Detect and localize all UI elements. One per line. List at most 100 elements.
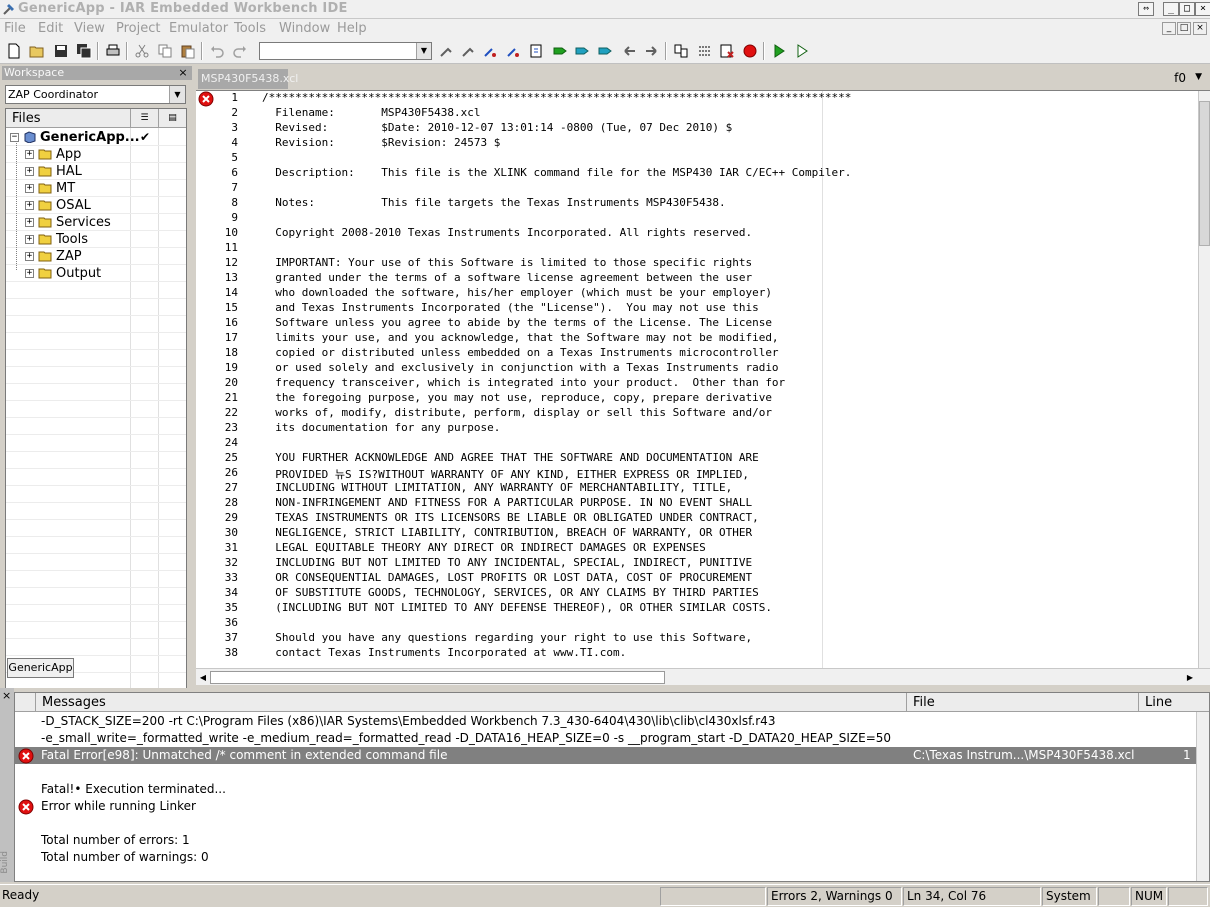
mdi-close-button[interactable]: × [1193,22,1207,35]
message-row[interactable] [15,764,1197,781]
tree-folder[interactable]: + Output [6,265,130,282]
maximize-window-button[interactable]: □ [1179,2,1195,16]
message-row[interactable]: -D_STACK_SIZE=200 -rt C:\Program Files (… [15,713,1197,730]
chevron-down-icon[interactable]: ▼ [169,86,185,103]
toolbar-separator [126,42,128,60]
stop-build-icon[interactable] [718,42,736,60]
expand-icon[interactable]: + [25,184,34,193]
copy-icon[interactable] [156,42,174,60]
mdi-minimize-button[interactable]: _ [1162,22,1176,35]
editor-horizontal-scrollbar[interactable]: ◀ ▶ [196,668,1210,685]
grid-divider [6,502,186,503]
code-editor[interactable]: 1 2 3 4 5 6 7 8 9 10 11 12 13 14 15 16 17 18 19 20 21 22 23 24 2… [196,90,1210,668]
scroll-thumb[interactable] [210,671,665,684]
find-in-files-icon[interactable] [481,42,499,60]
scroll-left-icon[interactable]: ◀ [197,671,209,684]
code-line: Copyright 2008-2010 Texas Instruments In… [262,226,753,239]
tree-folder[interactable]: + HAL [6,163,130,180]
menu-window[interactable]: Window [279,21,330,36]
close-window-button[interactable]: × [1195,2,1210,16]
workspace-close-button[interactable]: × [177,66,189,80]
message-row[interactable]: Total number of errors: 1 [15,832,1197,849]
navigate-forward-icon[interactable] [643,42,661,60]
tree-folder[interactable]: + App [6,146,130,163]
editor-tab-msp430f5438-xcl[interactable]: MSP430F5438.xcl [198,69,298,89]
build-column-icon[interactable]: ▤ [158,109,186,128]
message-row[interactable]: Fatal Error[e98]: Unmatched /* comment i… [15,747,1197,764]
message-row[interactable]: Error while running Linker [15,798,1197,815]
tree-folder[interactable]: + ZAP [6,248,130,265]
open-folder-icon[interactable] [28,42,46,60]
redo-icon[interactable] [231,42,249,60]
expand-icon[interactable]: + [25,269,34,278]
collapse-icon[interactable]: − [10,133,19,142]
paste-icon[interactable] [179,42,197,60]
print-icon[interactable] [104,42,122,60]
mdi-restore-button[interactable]: □ [1177,22,1191,35]
replace-icon[interactable] [504,42,522,60]
restore-window-button[interactable]: ⇔ [1138,2,1154,16]
options-column-icon[interactable]: ☰ [130,109,158,128]
files-column-header[interactable]: Files [12,111,41,126]
menu-project[interactable]: Project [116,21,160,36]
toggle-bookmark-icon[interactable] [551,42,569,60]
messages-vertical-scrollbar[interactable] [1196,712,1209,881]
expand-icon[interactable]: + [25,167,34,176]
menu-view[interactable]: View [74,21,105,36]
cut-icon[interactable] [133,42,151,60]
find-icon[interactable] [437,42,455,60]
message-text: Total number of errors: 1 [41,833,190,847]
find-next-icon[interactable] [459,42,477,60]
make-icon[interactable] [696,42,714,60]
download-and-debug-icon[interactable] [770,42,788,60]
message-row[interactable]: Fatal!• Execution terminated... [15,781,1197,798]
chevron-down-icon[interactable]: ▼ [1195,72,1202,82]
expand-icon[interactable]: + [25,218,34,227]
compile-icon[interactable] [672,42,690,60]
prev-bookmark-icon[interactable] [596,42,614,60]
message-row[interactable] [15,815,1197,832]
navigate-back-icon[interactable] [620,42,638,60]
expand-icon[interactable]: + [25,252,34,261]
expand-icon[interactable]: + [25,235,34,244]
undo-icon[interactable] [208,42,226,60]
function-navigator[interactable]: f0 [1174,71,1186,85]
messages-column-header[interactable]: Messages [35,693,906,712]
tree-folder[interactable]: + Tools [6,231,130,248]
toggle-breakpoint-icon[interactable] [741,42,759,60]
menu-help[interactable]: Help [337,21,367,36]
expand-icon[interactable]: + [25,150,34,159]
file-column-header[interactable]: File [906,693,1138,712]
message-row[interactable]: -e_small_write=_formatted_write -e_mediu… [15,730,1197,747]
goto-icon[interactable] [527,42,545,60]
configuration-dropdown[interactable]: ZAP Coordinator ▼ [5,85,186,104]
code-line: Software unless you agree to abide by th… [262,316,772,329]
find-combobox[interactable]: ▼ [259,42,432,60]
menu-tools[interactable]: Tools [234,21,266,36]
save-icon[interactable] [52,42,70,60]
menu-file[interactable]: File [4,21,26,36]
tree-root-project[interactable]: − GenericApp... [6,129,140,146]
tree-folder[interactable]: + Services [6,214,130,231]
grid-divider [6,485,186,486]
editor-vertical-scrollbar[interactable] [1198,91,1210,668]
menu-edit[interactable]: Edit [38,21,63,36]
line-column-header[interactable]: Line [1138,693,1198,712]
chevron-down-icon[interactable]: ▼ [416,43,431,59]
scroll-thumb[interactable] [1199,101,1210,246]
minimize-window-button[interactable]: _ [1163,2,1179,16]
build-panel-close-button[interactable]: × [2,689,11,702]
next-bookmark-icon[interactable] [573,42,591,60]
scroll-right-icon[interactable]: ▶ [1184,671,1196,684]
line-number: 4 [231,136,238,149]
expand-icon[interactable]: + [25,201,34,210]
tree-folder[interactable]: + OSAL [6,197,130,214]
debug-without-download-icon[interactable] [793,42,811,60]
workspace-tab-genericapp[interactable]: GenericApp [7,658,74,678]
menu-emulator[interactable]: Emulator [169,21,228,36]
new-file-icon[interactable] [5,42,23,60]
tree-folder[interactable]: + MT [6,180,130,197]
code-line: INCLUDING WITHOUT LIMITATION, ANY WARRAN… [262,481,733,494]
message-row[interactable]: Total number of warnings: 0 [15,849,1197,866]
save-all-icon[interactable] [75,42,93,60]
